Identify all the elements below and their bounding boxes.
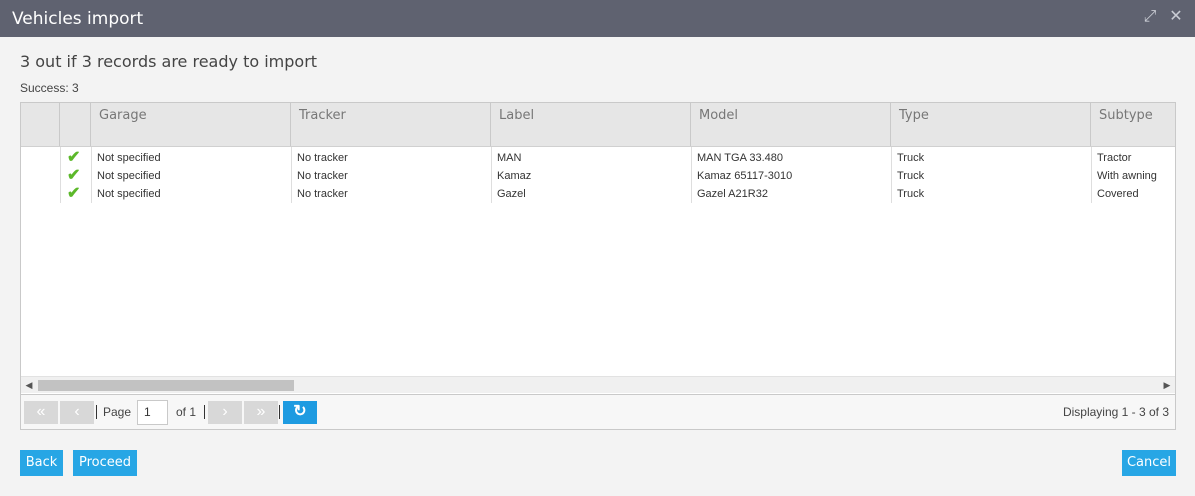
toolbar-separator [204,405,205,419]
check-icon: ✔ [67,149,81,166]
import-summary: 3 out if 3 records are ready to import [20,52,318,71]
header-tracker[interactable]: Tracker [291,103,491,146]
maximize-icon[interactable]: ⤢ [1141,8,1159,26]
header-label[interactable]: Label [491,103,691,146]
cell-model: Kamaz 65117-3010 [697,170,793,182]
header-type[interactable]: Type [891,103,1091,146]
cell-subtype: Covered [1097,188,1139,200]
header-subtype[interactable]: Subtype [1091,103,1175,146]
title-bar[interactable]: Vehicles import ⤢ ✕ [0,0,1195,37]
page-number-input[interactable]: 1 [137,400,168,425]
first-page-button[interactable]: « [24,401,58,424]
proceed-button[interactable]: Proceed [73,450,137,476]
header-rownumber [21,103,60,146]
cell-subtype: With awning [1097,170,1157,182]
close-icon[interactable]: ✕ [1167,8,1185,26]
scrollbar-thumb[interactable] [38,380,294,391]
cell-garage: Not specified [97,188,161,200]
cell-tracker: No tracker [297,152,348,164]
refresh-icon[interactable]: ↻ [283,401,317,424]
cell-label: MAN [497,152,522,164]
header-model[interactable]: Model [691,103,891,146]
displaying-info: Displaying 1 - 3 of 3 [1062,405,1169,419]
cell-model: MAN TGA 33.480 [697,152,784,164]
cancel-button[interactable]: Cancel [1122,450,1176,476]
grid-body: ✔ Not specified No tracker MAN MAN TGA 3… [21,147,1175,377]
cell-type: Truck [897,152,925,164]
import-dialog: Vehicles import ⤢ ✕ 3 out if 3 records a… [0,0,1195,496]
cell-type: Truck [897,170,925,182]
cell-tracker: No tracker [297,170,348,182]
cell-tracker: No tracker [297,188,348,200]
toolbar-separator [96,405,97,419]
table-row[interactable]: ✔ Not specified No tracker Gazel Gazel A… [21,185,1175,203]
page-count-label: of 1 [176,405,197,419]
check-icon: ✔ [67,167,81,184]
cell-label: Gazel [497,188,526,200]
cell-model: Gazel A21R32 [697,188,768,200]
table-row[interactable]: ✔ Not specified No tracker MAN MAN TGA 3… [21,149,1175,167]
cell-garage: Not specified [97,152,161,164]
cell-type: Truck [897,188,925,200]
last-page-button[interactable]: » [244,401,278,424]
next-page-button[interactable]: › [208,401,242,424]
window-title: Vehicles import [12,8,144,29]
toolbar-separator [279,405,280,419]
cell-subtype: Tractor [1097,152,1132,164]
paging-toolbar: « ‹ Page 1 of 1 › » ↻ Displaying 1 - 3 o… [21,394,1175,429]
horizontal-scrollbar[interactable]: ◀ ▶ [21,376,1175,393]
cell-garage: Not specified [97,170,161,182]
grid-header: Garage Tracker Label Model Type Subtype [21,103,1175,147]
cell-label: Kamaz [497,170,532,182]
scroll-right-icon[interactable]: ▶ [1160,378,1174,393]
prev-page-button[interactable]: ‹ [60,401,94,424]
header-status [60,103,91,146]
check-icon: ✔ [67,185,81,202]
import-grid: Garage Tracker Label Model Type Subtype … [20,102,1176,430]
page-label: Page [103,405,132,419]
back-button[interactable]: Back [20,450,63,476]
scroll-left-icon[interactable]: ◀ [22,378,36,393]
header-garage[interactable]: Garage [91,103,291,146]
success-count: Success: 3 [20,81,79,95]
table-row[interactable]: ✔ Not specified No tracker Kamaz Kamaz 6… [21,167,1175,185]
